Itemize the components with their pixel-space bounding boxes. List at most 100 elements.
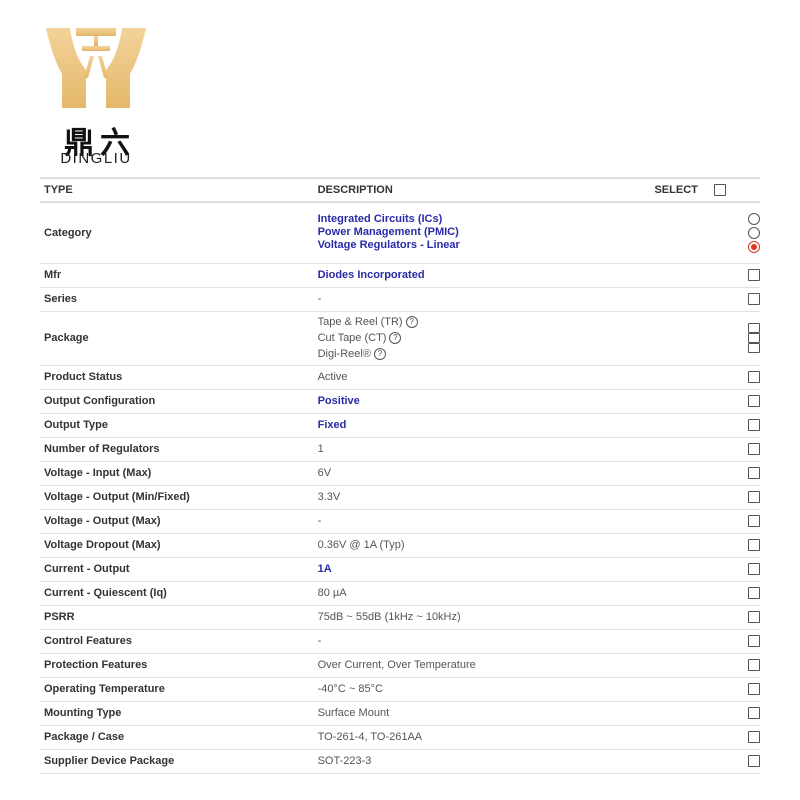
row-checkbox-voltage-dropout-max[interactable]: [748, 539, 760, 552]
header-type: TYPE: [40, 177, 318, 203]
row-value-package-case: TO-261-4, TO-261AA: [317, 725, 655, 750]
row-label-voltage-output-min-fixed: Voltage - Output (Min/Fixed): [40, 485, 318, 510]
category-values: Integrated Circuits (ICs) Power Manageme…: [317, 202, 655, 264]
table-row: Control Features -: [40, 629, 760, 654]
row-label-psrr: PSRR: [40, 605, 318, 630]
row-value-product-status: Active: [317, 365, 655, 390]
row-checkbox-output-configuration[interactable]: [748, 395, 760, 408]
row-checkbox-control-features[interactable]: [748, 635, 760, 648]
table-row: Package / Case TO-261-4, TO-261AA: [40, 725, 760, 750]
row-label-voltage-output-max: Voltage - Output (Max): [40, 509, 318, 534]
table-row-series: Series -: [40, 287, 760, 312]
category-link-ics[interactable]: Integrated Circuits (ICs): [318, 213, 655, 226]
row-value-psrr: 75dB ~ 55dB (1kHz ~ 10kHz): [317, 605, 655, 630]
table-row: Output Type Fixed: [40, 413, 760, 438]
row-label-current-quiescent-iq: Current - Quiescent (Iq): [40, 581, 318, 606]
row-checkbox-product-status[interactable]: [748, 371, 760, 384]
row-checkbox-protection-features[interactable]: [748, 659, 760, 672]
row-value-supplier-device-package: SOT-223-3: [317, 749, 655, 774]
row-value-operating-temperature: -40°C ~ 85°C: [317, 677, 655, 702]
question-circle-icon[interactable]: ?: [373, 348, 386, 361]
table-row-mfr: Mfr Diodes Incorporated: [40, 263, 760, 288]
package-option-digireel: Digi-Reel®: [317, 348, 371, 360]
row-checkbox-supplier-device-package[interactable]: [748, 755, 760, 768]
row-value-voltage-output-min-fixed: 3.3V: [317, 485, 655, 510]
row-value-number-of-regulators: 1: [317, 437, 655, 462]
header-select: SELECT: [654, 177, 760, 203]
row-label-supplier-device-package: Supplier Device Package: [40, 749, 318, 774]
table-row: Voltage - Output (Min/Fixed) 3.3V: [40, 485, 760, 510]
table-row: Number of Regulators 1: [40, 437, 760, 462]
table-row-package: Package Tape & Reel (TR)? Cut Tape (CT)?…: [40, 311, 760, 366]
row-value-protection-features: Over Current, Over Temperature: [317, 653, 655, 678]
package-checkbox-tr[interactable]: [748, 323, 760, 333]
row-label-mounting-type: Mounting Type: [40, 701, 318, 726]
row-label-product-status: Product Status: [40, 365, 318, 390]
row-checkbox-voltage-output-min-fixed[interactable]: [748, 491, 760, 504]
row-value-output-configuration[interactable]: Positive: [317, 389, 655, 414]
table-row: Current - Quiescent (Iq) 80 µA: [40, 581, 760, 606]
category-select: [654, 202, 760, 264]
parameter-rows: Product Status Active Output Configuration…: [40, 365, 760, 774]
select-all-checkbox[interactable]: [713, 184, 726, 197]
category-link-pmic[interactable]: Power Management (PMIC): [318, 226, 655, 239]
header-description: DESCRIPTION: [317, 177, 655, 203]
table-header-row: TYPE DESCRIPTION SELECT: [40, 177, 760, 203]
package-option-tr: Tape & Reel (TR): [317, 316, 403, 328]
row-label-control-features: Control Features: [40, 629, 318, 654]
table-row: Protection Features Over Current, Over Te…: [40, 653, 760, 678]
row-value-voltage-output-max: -: [317, 509, 655, 534]
table-row: PSRR 75dB ~ 55dB (1kHz ~ 10kHz): [40, 605, 760, 630]
row-checkbox-number-of-regulators[interactable]: [748, 443, 760, 456]
row-value-current-quiescent-iq: 80 µA: [317, 581, 655, 606]
row-label-output-type: Output Type: [40, 413, 318, 438]
row-label: Package: [40, 311, 318, 366]
category-radio-pmic[interactable]: [748, 226, 760, 239]
table-row: Output Configuration Positive: [40, 389, 760, 414]
row-label: Category: [40, 202, 318, 264]
row-label-current-output: Current - Output: [40, 557, 318, 582]
row-label-operating-temperature: Operating Temperature: [40, 677, 318, 702]
header-select-label: SELECT: [654, 183, 698, 196]
row-checkbox-package-case[interactable]: [748, 731, 760, 744]
row-label-voltage-dropout-max: Voltage Dropout (Max): [40, 533, 318, 558]
table-row: Voltage - Input (Max) 6V: [40, 461, 760, 486]
table-row: Voltage Dropout (Max) 0.36V @ 1A (Typ): [40, 533, 760, 558]
package-checkbox-ct[interactable]: [748, 333, 760, 343]
row-label-protection-features: Protection Features: [40, 653, 318, 678]
row-value-current-output[interactable]: 1A: [317, 557, 655, 582]
row-checkbox-output-type[interactable]: [748, 419, 760, 432]
row-checkbox[interactable]: [748, 293, 760, 306]
category-radio-regulators[interactable]: [748, 240, 760, 253]
question-circle-icon[interactable]: ?: [405, 316, 418, 329]
question-circle-icon[interactable]: ?: [389, 332, 402, 345]
row-checkbox-current-output[interactable]: [748, 563, 760, 576]
row-label-package-case: Package / Case: [40, 725, 318, 750]
row-checkbox-current-quiescent-iq[interactable]: [748, 587, 760, 600]
row-value-mounting-type: Surface Mount: [317, 701, 655, 726]
row-checkbox-voltage-output-max[interactable]: [748, 515, 760, 528]
row-checkbox-mounting-type[interactable]: [748, 707, 760, 720]
package-option-ct: Cut Tape (CT): [317, 332, 387, 344]
row-checkbox-voltage-input-max[interactable]: [748, 467, 760, 480]
row-value-voltage-input-max: 6V: [317, 461, 655, 486]
row-label-number-of-regulators: Number of Regulators: [40, 437, 318, 462]
row-checkbox[interactable]: [748, 269, 760, 282]
package-checkbox-digireel[interactable]: [748, 343, 760, 353]
row-checkbox-operating-temperature[interactable]: [748, 683, 760, 696]
table-row: Operating Temperature -40°C ~ 85°C: [40, 677, 760, 702]
category-link-regulators[interactable]: Voltage Regulators - Linear: [318, 239, 655, 252]
row-label: Mfr: [40, 263, 318, 288]
table-row: Mounting Type Surface Mount: [40, 701, 760, 726]
category-radio-ics[interactable]: [748, 212, 760, 225]
row-label: Series: [40, 287, 318, 312]
table-row: Product Status Active: [40, 365, 760, 390]
row-value: -: [317, 287, 655, 312]
mfr-link[interactable]: Diodes Incorporated: [317, 263, 655, 288]
package-select: [654, 311, 760, 366]
row-value-output-type[interactable]: Fixed: [317, 413, 655, 438]
row-label-voltage-input-max: Voltage - Input (Max): [40, 461, 318, 486]
table-row: Voltage - Output (Max) -: [40, 509, 760, 534]
row-checkbox-psrr[interactable]: [748, 611, 760, 624]
table-row-category: Category Integrated Circuits (ICs) Power…: [40, 202, 760, 264]
